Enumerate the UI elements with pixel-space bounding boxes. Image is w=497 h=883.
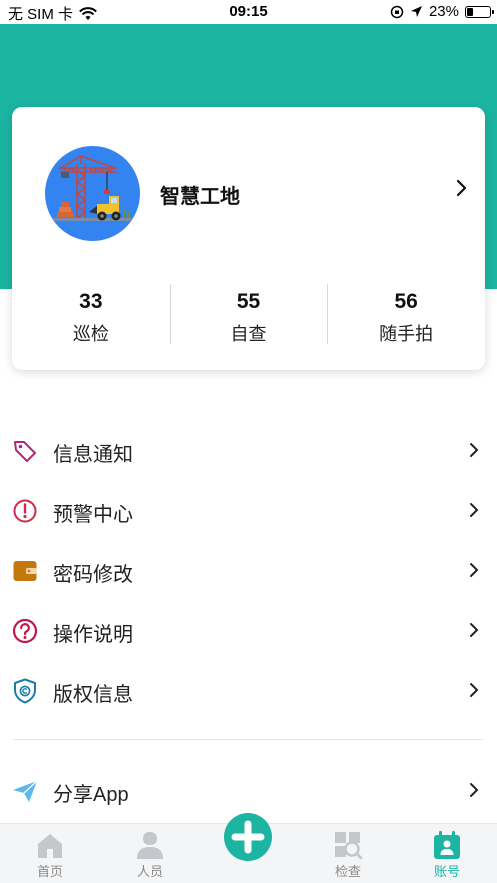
chevron-right-icon (470, 623, 479, 637)
person-icon (137, 832, 163, 859)
location-icon (410, 6, 422, 17)
stat-label: 自查 (230, 324, 267, 344)
menu-item-notifications[interactable]: 信息通知 (0, 420, 497, 480)
tab-label: 首页 (36, 864, 63, 879)
chevron-right-icon (470, 783, 479, 797)
tab-label: 人员 (136, 864, 163, 879)
menu-item-label: 信息通知 (53, 444, 133, 466)
chevron-right-icon (470, 503, 479, 517)
wallet-icon (13, 561, 37, 581)
tab-inspect[interactable]: 检查 (298, 824, 398, 883)
menu-item-label: 分享App (53, 784, 129, 806)
chevron-right-icon (470, 683, 479, 697)
battery-level (467, 7, 473, 16)
stat-snapshot[interactable]: 56 随手拍 (327, 284, 485, 346)
stat-value: 56 (394, 290, 418, 313)
tab-label: 账号 (433, 864, 460, 879)
battery-percent: 23% (428, 3, 459, 20)
copyright-shield-icon (14, 678, 36, 704)
site-name[interactable]: 智慧工地 (160, 180, 240, 209)
menu-item-label: 预警中心 (53, 504, 133, 526)
avatar[interactable] (45, 146, 140, 241)
settings-menu: 信息通知 预警中心 密码修改 操作说明 版权信息 (0, 420, 497, 720)
tab-label: 检查 (334, 864, 361, 879)
menu-item-alerts[interactable]: 预警中心 (0, 480, 497, 540)
stat-label: 巡检 (72, 324, 109, 344)
tab-home[interactable]: 首页 (0, 824, 100, 883)
home-icon (38, 834, 62, 858)
stat-value: 55 (236, 290, 261, 313)
chevron-right-icon (470, 563, 479, 577)
add-button[interactable] (224, 813, 272, 861)
menu-item-label: 版权信息 (53, 684, 133, 706)
menu-item-help[interactable]: 操作说明 (0, 600, 497, 660)
rotation-lock-icon (390, 5, 404, 18)
menu-item-label: 操作说明 (53, 624, 133, 646)
chevron-right-icon[interactable] (455, 179, 467, 197)
inspect-icon (335, 832, 363, 860)
account-icon (434, 831, 460, 859)
status-bar: 无 SIM 卡 09:15 23% (0, 0, 497, 24)
tab-account[interactable]: 账号 (397, 824, 497, 883)
plus-icon (231, 820, 265, 854)
tab-personnel[interactable]: 人员 (100, 824, 200, 883)
battery-icon (465, 5, 494, 18)
construction-site-image (53, 155, 133, 221)
stats-row: 33 巡检 55 自查 56 随手拍 (12, 284, 485, 346)
stat-patrol[interactable]: 33 巡检 (12, 284, 170, 346)
menu-divider (13, 739, 484, 740)
profile-card: 智慧工地 33 巡检 55 自查 56 随手拍 (12, 107, 485, 370)
stat-label: 随手拍 (379, 324, 434, 344)
help-icon (12, 618, 38, 644)
menu-item-share[interactable]: 分享App (0, 760, 497, 820)
paper-plane-icon (13, 780, 38, 802)
menu-item-copyright[interactable]: 版权信息 (0, 660, 497, 720)
stat-value: 33 (79, 290, 103, 313)
tag-icon (14, 441, 36, 462)
alert-icon (13, 499, 37, 523)
menu-item-password[interactable]: 密码修改 (0, 540, 497, 600)
chevron-right-icon (470, 443, 479, 457)
stat-self-check[interactable]: 55 自查 (169, 284, 328, 346)
menu-item-label: 密码修改 (53, 564, 133, 586)
